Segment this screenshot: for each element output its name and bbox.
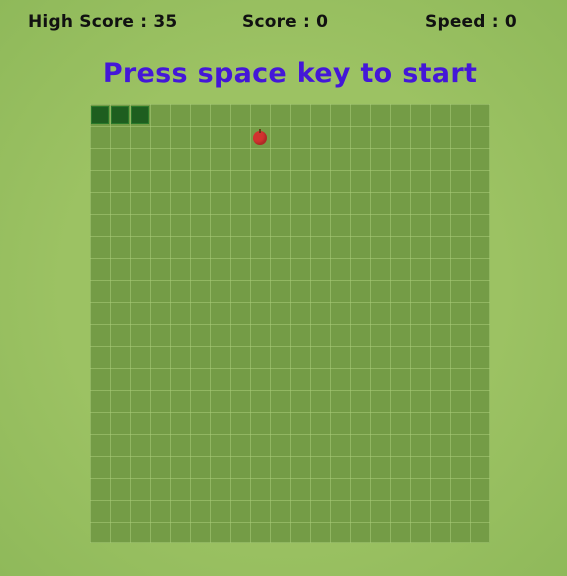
high-score-label: High Score : 35 bbox=[28, 12, 178, 32]
game-board[interactable] bbox=[90, 104, 490, 543]
apple-icon bbox=[253, 129, 267, 145]
snake-segment bbox=[131, 106, 149, 124]
hud-bar: High Score : 35 Score : 0 Speed : 0 bbox=[0, 12, 567, 40]
snake-segment bbox=[111, 106, 129, 124]
speed-label: Speed : 0 bbox=[425, 12, 517, 32]
snake-segment bbox=[91, 106, 109, 124]
start-message: Press space key to start bbox=[102, 58, 478, 89]
score-label: Score : 0 bbox=[242, 12, 329, 32]
